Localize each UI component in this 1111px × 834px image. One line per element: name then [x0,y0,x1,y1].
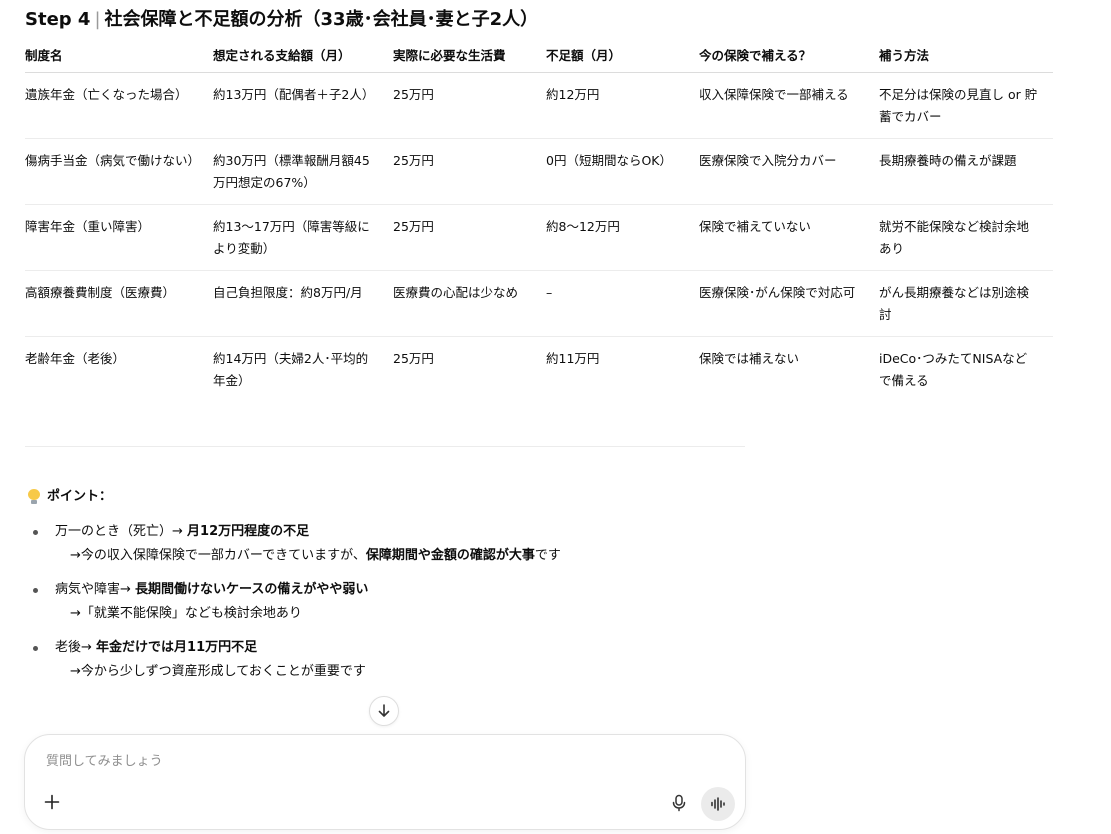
table-cell: 傷病手当金（病気で働けない） [25,138,213,205]
chat-page: Step 4 | 社会保障と不足額の分析（33歳･会社員･妻と子2人） 制度名 想定… [0,0,1111,834]
table-row: 高額療養費制度（医療費） 自己負担限度：約8万円/月 医療費の心配は少なめ – … [25,270,1053,337]
section-divider [25,446,745,447]
scroll-to-bottom-button[interactable] [369,696,399,726]
plus-icon [44,794,60,810]
bullet [33,646,38,651]
table-cell: iDeCo･つみたてNISAなどで備える [879,351,1028,388]
table-header-cell: 想定される支給額（月） [213,42,393,73]
list-item: 病気や障害→ 長期間働けないケースの備えがやや弱い →「就業不能保険」なども検討… [33,578,733,626]
table-cell: 保険で補えていない [699,204,879,271]
table-row: 障害年金（重い障害） 約13〜17万円（障害等級により変動） 25万円 約8〜1… [25,204,1053,271]
table-header-cell: 不足額（月） [546,42,699,73]
table-cell: 約12万円 [546,72,699,139]
point-detail-tail: です [534,548,561,563]
table-cell: がん長期療養などは別途検討 [879,270,1053,337]
table-cell: 就労不能保険など検討余地あり [879,204,1053,271]
lightbulb-icon [27,489,41,505]
step-label: Step 4 [25,9,91,30]
table-cell: 長期療養時の備えが課題 [879,138,1053,205]
point-detail-text: →今から少しずつ資産形成しておくことが重要です [70,664,366,679]
bullet [33,530,38,535]
voice-mode-icon [711,797,725,811]
dictate-button[interactable] [668,792,690,814]
heading-separator: | [94,9,101,30]
table-row: 遺族年金（亡くなった場合） 約13万円（配偶者＋子2人） 25万円 約12万円 … [25,72,1053,139]
table-cell: 0円（短期間ならOK） [546,138,699,205]
table-cell: 約11万円 [546,351,600,366]
table-cell: 不足分は保険の見直し or 貯蓄でカバー [879,72,1053,139]
section-heading: Step 4 | 社会保障と不足額の分析（33歳･会社員･妻と子2人） [25,8,538,32]
table-cell: 医療費の心配は少なめ [393,270,546,337]
point-detail-text: →今の収入保障保険で一部カバーできていますが、 [70,548,366,563]
table-cell: 約30万円（標準報酬月額45万円想定の67%） [213,138,393,205]
points-heading: ポイント： [27,487,112,507]
table-cell: 収入保障保険で一部補える [699,72,879,139]
table-row: 傷病手当金（病気で働けない） 約30万円（標準報酬月額45万円想定の67%） 2… [25,138,1053,205]
table-header-cell: 今の保険で補える？ [699,42,879,73]
point-detail-emphasis: 保障期間や金額の確認が大事 [365,548,535,563]
point-detail: →今から少しずつ資産形成しておくことが重要です [55,660,733,684]
table-cell: 医療保険･がん保険で対応可 [699,270,879,337]
arrow-down-icon [378,704,390,717]
point-emphasis: 長期間働けないケースの備えがやや弱い [135,582,369,597]
table-header-cell: 制度名 [25,42,213,73]
table-header-cell: 実際に必要な生活費 [393,42,546,73]
table-row: 老齢年金（老後） 約14万円（夫婦2人･平均的年金） 25万円 約11万円 保険… [25,337,1053,403]
heading-title: 社会保障と不足額の分析（33歳･会社員･妻と子2人） [104,9,539,30]
table-cell: 約13万円（配偶者＋子2人） [213,72,393,139]
point-emphasis: 月12万円程度の不足 [187,524,310,539]
table-cell: 老齢年金（老後） [25,351,126,366]
voice-mode-button[interactable] [701,787,735,821]
table-cell: 25万円 [393,138,546,205]
point-detail: →今の収入保障保険で一部カバーできていますが、保障期間や金額の確認が大事です [55,544,733,568]
composer-input[interactable]: 質問してみましょう [46,752,163,772]
points-title: ポイント： [47,489,113,504]
table-cell: 保険では補えない [699,351,800,366]
microphone-icon [672,794,686,812]
point-emphasis: 年金だけでは月11万円不足 [96,640,258,655]
points-list: 万一のとき（死亡）→ 月12万円程度の不足 →今の収入保障保険で一部カバーできて… [33,520,733,694]
point-detail: →「就業不能保険」なども検討余地あり [55,602,733,626]
table-cell: 25万円 [393,204,546,271]
social-security-table: 制度名 想定される支給額（月） 実際に必要な生活費 不足額（月） 今の保険で補え… [25,42,1053,402]
point-lead: 老後→ [55,640,97,655]
bullet [33,588,38,593]
table-cell: 約8〜12万円 [546,204,699,271]
table-header-cell: 補う方法 [879,42,1053,73]
table-cell: 遺族年金（亡くなった場合） [25,72,213,139]
table-cell: – [546,270,699,337]
table-cell: 自己負担限度：約8万円/月 [213,270,393,337]
table-cell: 25万円 [393,351,434,366]
table-header-row: 制度名 想定される支給額（月） 実際に必要な生活費 不足額（月） 今の保険で補え… [25,42,1053,73]
table-cell: 障害年金（重い障害） [25,204,213,271]
table-cell: 約13〜17万円（障害等級により変動） [213,204,393,271]
point-detail-text: →「就業不能保険」なども検討余地あり [70,606,302,621]
add-attachment-button[interactable] [41,791,63,813]
table-cell: 約14万円（夫婦2人･平均的年金） [213,351,369,388]
list-item: 老後→ 年金だけでは月11万円不足 →今から少しずつ資産形成しておくことが重要で… [33,636,733,684]
table-cell: 25万円 [393,72,546,139]
message-composer[interactable]: 質問してみましょう [24,734,746,830]
list-item: 万一のとき（死亡）→ 月12万円程度の不足 →今の収入保障保険で一部カバーできて… [33,520,733,568]
point-lead: 病気や障害→ [55,582,136,597]
table-cell: 医療保険で入院分カバー [699,138,879,205]
table-cell: 高額療養費制度（医療費） [25,270,213,337]
point-lead: 万一のとき（死亡）→ [55,524,188,539]
